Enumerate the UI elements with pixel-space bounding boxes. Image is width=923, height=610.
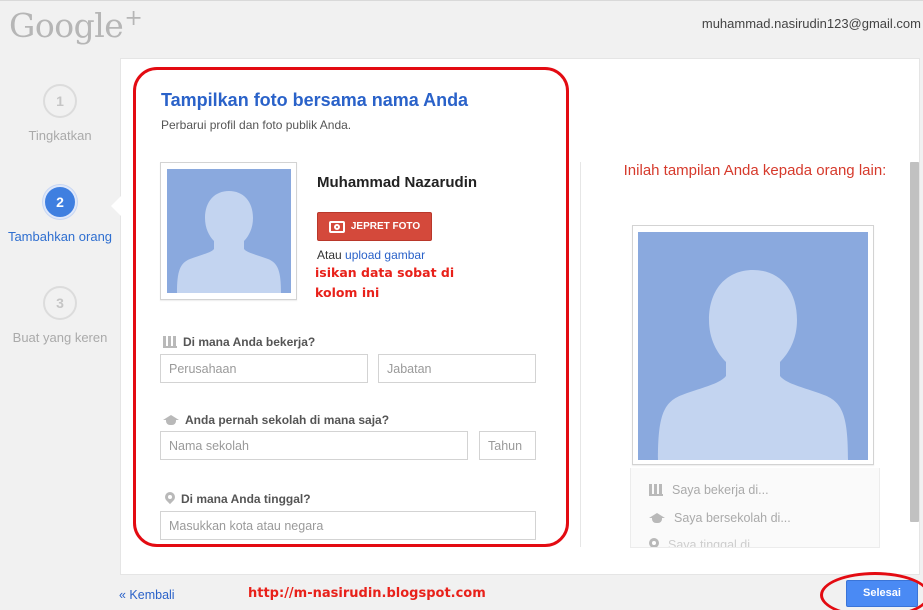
account-email[interactable]: muhammad.nasirudin123@gmail.com xyxy=(702,16,921,31)
back-link[interactable]: « Kembali xyxy=(119,588,175,602)
school-question-label: Anda pernah sekolah di mana saja? xyxy=(185,413,390,427)
finish-button[interactable]: Selesai xyxy=(846,580,918,607)
annotation-note: isikan data sobat di kolom ini xyxy=(315,265,455,300)
location-pin-icon xyxy=(165,492,175,506)
person-silhouette-icon xyxy=(167,169,291,293)
job-title-input[interactable] xyxy=(378,354,536,383)
building-icon xyxy=(649,484,663,496)
preview-details-list: Saya bekerja di... Saya bersekolah di...… xyxy=(630,468,880,548)
step-number-2: 2 xyxy=(43,185,77,219)
school-name-input[interactable] xyxy=(160,431,468,460)
graduation-cap-icon xyxy=(163,414,179,426)
take-photo-button[interactable]: JEPRET FOTO xyxy=(317,212,432,241)
graduation-cap-icon xyxy=(649,512,665,524)
upload-prefix: Atau xyxy=(317,248,342,262)
upload-line: Atau upload gambar xyxy=(317,248,425,262)
camera-icon xyxy=(328,220,345,233)
active-step-pointer xyxy=(111,196,121,216)
step-label-1: Tingkatkan xyxy=(28,128,92,143)
preview-item-live-label: Saya tinggal di... xyxy=(668,538,761,548)
preview-item-school: Saya bersekolah di... xyxy=(649,511,791,525)
step-2[interactable]: 2 Tambahkan orang xyxy=(0,185,120,244)
top-bar: Google+ muhammad.nasirudin123@gmail.com xyxy=(0,0,923,50)
logo-plus: + xyxy=(124,6,143,31)
live-question: Di mana Anda tinggal? xyxy=(165,492,311,506)
profile-name: Muhammad Nazarudin xyxy=(317,174,478,191)
school-question: Anda pernah sekolah di mana saja? xyxy=(163,413,389,427)
upload-image-link[interactable]: upload gambar xyxy=(345,248,425,262)
preview-photo-frame xyxy=(632,225,874,465)
step-number-1: 1 xyxy=(43,84,77,118)
preview-title: Inilah tampilan Anda kepada orang lain: xyxy=(623,162,887,179)
step-label-3: Buat yang keren xyxy=(12,330,108,345)
preview-item-live: Saya tinggal di... xyxy=(649,538,761,548)
profile-photo-placeholder xyxy=(167,169,291,293)
profile-photo-frame[interactable] xyxy=(160,162,297,300)
work-question-label: Di mana Anda bekerja? xyxy=(183,335,316,349)
year-input[interactable] xyxy=(479,431,536,460)
logo-text: Google xyxy=(9,6,124,45)
form-subtitle: Perbarui profil dan foto publik Anda. xyxy=(161,118,352,132)
step-1[interactable]: 1 Tingkatkan xyxy=(0,84,120,143)
step-number-3: 3 xyxy=(43,286,77,320)
column-divider xyxy=(580,162,581,547)
company-input[interactable] xyxy=(160,354,368,383)
step-label-2: Tambahkan orang xyxy=(7,229,113,244)
scrollbar-thumb[interactable] xyxy=(910,162,919,522)
google-plus-logo[interactable]: Google+ xyxy=(9,6,143,45)
preview-item-school-label: Saya bersekolah di... xyxy=(674,511,791,525)
preview-photo-placeholder xyxy=(638,232,868,460)
blog-url-text: http://m-nasirudin.blogspot.com xyxy=(248,586,486,601)
step-3[interactable]: 3 Buat yang keren xyxy=(0,286,120,345)
location-pin-icon xyxy=(649,538,659,547)
city-input[interactable] xyxy=(160,511,536,540)
preview-item-work-label: Saya bekerja di... xyxy=(672,483,769,497)
form-title: Tampilkan foto bersama nama Anda xyxy=(161,90,469,110)
live-question-label: Di mana Anda tinggal? xyxy=(181,492,311,506)
building-icon xyxy=(163,336,177,348)
person-silhouette-icon xyxy=(638,232,868,460)
take-photo-label: JEPRET FOTO xyxy=(350,221,421,232)
work-question: Di mana Anda bekerja? xyxy=(163,335,315,349)
preview-item-work: Saya bekerja di... xyxy=(649,483,769,497)
